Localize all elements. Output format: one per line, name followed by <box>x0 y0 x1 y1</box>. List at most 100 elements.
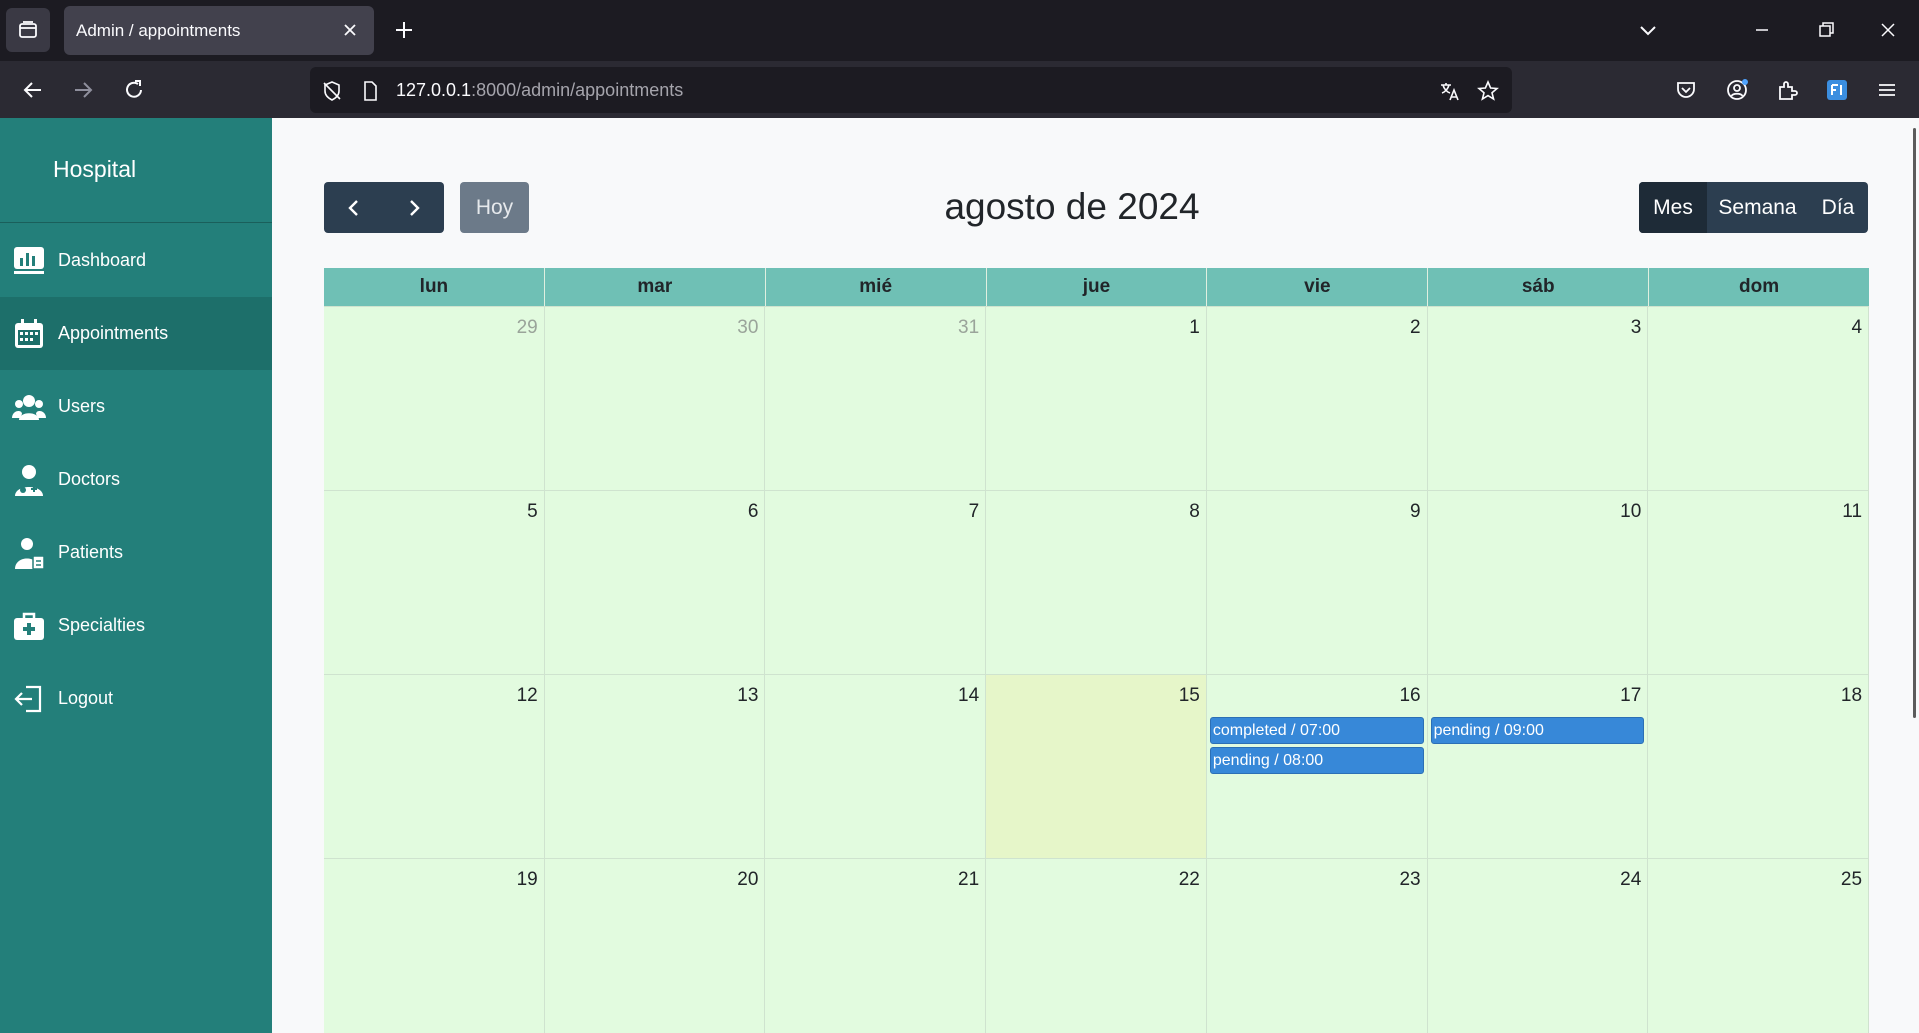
next-month-button[interactable] <box>384 182 444 233</box>
today-button[interactable]: Hoy <box>460 182 529 233</box>
day-number[interactable]: 8 <box>1189 501 1200 523</box>
sidebar-item-logout[interactable]: Logout <box>0 662 272 735</box>
day-cell[interactable]: 23 <box>1206 859 1428 1033</box>
extensions-icon[interactable] <box>1774 77 1800 103</box>
star-bookmark-icon[interactable] <box>1476 79 1500 103</box>
day-number[interactable]: 14 <box>958 685 979 707</box>
day-number[interactable]: 9 <box>1410 501 1421 523</box>
day-number[interactable]: 18 <box>1841 685 1862 707</box>
day-cell[interactable]: 7 <box>765 491 987 674</box>
sidebar-item-specialties[interactable]: Specialties <box>0 589 272 662</box>
restore-icon[interactable] <box>1814 18 1838 42</box>
account-icon[interactable] <box>1724 77 1750 103</box>
day-cell[interactable]: 30 <box>544 307 766 490</box>
day-number[interactable]: 7 <box>969 501 980 523</box>
sidebar-item-patients[interactable]: Patients <box>0 516 272 589</box>
prev-month-button[interactable] <box>324 182 384 233</box>
day-number[interactable]: 25 <box>1841 869 1862 891</box>
day-number[interactable]: 20 <box>737 869 758 891</box>
view-month-button[interactable]: Mes <box>1639 182 1707 233</box>
day-cell[interactable]: 14 <box>765 675 987 858</box>
active-tab[interactable]: Admin / appointments <box>64 6 374 55</box>
view-day-button[interactable]: Día <box>1808 182 1868 233</box>
day-cell[interactable]: 5 <box>324 491 545 674</box>
day-cell[interactable]: 22 <box>986 859 1207 1033</box>
day-number[interactable]: 16 <box>1399 685 1420 707</box>
calendar-event[interactable]: completed / 07:00 <box>1209 717 1424 744</box>
tab-list-button[interactable] <box>6 8 50 52</box>
back-arrow-icon[interactable] <box>20 77 46 103</box>
day-cell[interactable]: 4 <box>1648 307 1870 490</box>
brand-title[interactable]: Hospital <box>53 156 136 183</box>
sidebar-item-label: Users <box>58 396 106 416</box>
address-bar[interactable]: 127.0.0.1:8000/admin/appointments <box>310 67 1512 113</box>
sidebar-item-users[interactable]: Users <box>0 370 272 443</box>
day-number[interactable]: 29 <box>517 317 538 339</box>
close-window-icon[interactable] <box>1876 18 1900 42</box>
tracking-shield-icon[interactable] <box>320 79 344 103</box>
day-cell[interactable]: 8 <box>986 491 1207 674</box>
day-number[interactable]: 30 <box>737 317 758 339</box>
reload-icon[interactable] <box>121 77 147 103</box>
day-number[interactable]: 22 <box>1179 869 1200 891</box>
pocket-icon[interactable] <box>1673 77 1699 103</box>
day-cell[interactable]: 13 <box>544 675 766 858</box>
sidebar-item-label: Specialties <box>58 615 146 635</box>
day-number[interactable]: 15 <box>1179 685 1200 707</box>
day-cell[interactable]: 9 <box>1206 491 1428 674</box>
doctor-icon <box>15 465 43 496</box>
day-number[interactable]: 17 <box>1620 685 1641 707</box>
day-cell[interactable]: 29 <box>324 307 545 490</box>
day-number[interactable]: 12 <box>517 685 538 707</box>
day-number[interactable]: 11 <box>1842 501 1862 523</box>
day-cell[interactable]: 20 <box>544 859 766 1033</box>
scrollbar[interactable] <box>1907 118 1919 1033</box>
chevron-down-icon[interactable] <box>1636 18 1660 42</box>
scrollbar-thumb[interactable] <box>1913 128 1916 718</box>
hamburger-menu-icon[interactable] <box>1874 77 1900 103</box>
sidebar-item-appointments[interactable]: Appointments <box>0 297 272 370</box>
page-icon[interactable] <box>358 79 382 103</box>
day-number[interactable]: 23 <box>1399 869 1420 891</box>
forward-arrow-icon[interactable] <box>70 77 96 103</box>
view-week-button[interactable]: Semana <box>1707 182 1808 233</box>
day-number[interactable]: 21 <box>958 869 979 891</box>
day-cell[interactable]: 16 completed / 07:00 pending / 08:00 <box>1206 675 1428 858</box>
day-number[interactable]: 1 <box>1189 317 1200 339</box>
day-number[interactable]: 2 <box>1410 317 1421 339</box>
day-number[interactable]: 19 <box>517 869 538 891</box>
day-cell[interactable]: 6 <box>544 491 766 674</box>
day-cell[interactable]: 31 <box>765 307 987 490</box>
day-number[interactable]: 4 <box>1851 317 1862 339</box>
sidebar-item-doctors[interactable]: Doctors <box>0 443 272 516</box>
calendar-event[interactable]: pending / 08:00 <box>1209 747 1424 774</box>
day-cell-today[interactable]: 15 <box>986 675 1207 858</box>
day-number[interactable]: 3 <box>1631 317 1642 339</box>
day-cell[interactable]: 1 <box>986 307 1207 490</box>
day-cell[interactable]: 24 <box>1427 859 1649 1033</box>
calendar-event[interactable]: pending / 09:00 <box>1430 717 1645 744</box>
minimize-icon[interactable] <box>1750 18 1774 42</box>
day-cell[interactable]: 10 <box>1427 491 1649 674</box>
day-cell[interactable]: 2 <box>1206 307 1428 490</box>
day-cell[interactable]: 3 <box>1427 307 1649 490</box>
day-cell[interactable]: 11 <box>1648 491 1870 674</box>
close-tab-icon[interactable] <box>340 20 360 40</box>
day-number[interactable]: 10 <box>1620 501 1641 523</box>
day-number[interactable]: 13 <box>737 685 758 707</box>
day-cell[interactable]: 17 pending / 09:00 <box>1427 675 1649 858</box>
day-cell[interactable]: 21 <box>765 859 987 1033</box>
day-number[interactable]: 5 <box>527 501 538 523</box>
day-cell[interactable]: 25 <box>1648 859 1870 1033</box>
sidebar-item-label: Dashboard <box>58 250 147 270</box>
day-cell[interactable]: 19 <box>324 859 545 1033</box>
day-number[interactable]: 24 <box>1620 869 1641 891</box>
translate-icon[interactable] <box>1438 79 1462 103</box>
new-tab-icon[interactable] <box>392 18 416 42</box>
day-cell[interactable]: 12 <box>324 675 545 858</box>
extension-fi-icon[interactable] <box>1824 77 1850 103</box>
day-number[interactable]: 6 <box>748 501 759 523</box>
day-number[interactable]: 31 <box>958 317 979 339</box>
sidebar-item-dashboard[interactable]: Dashboard <box>0 224 272 297</box>
day-cell[interactable]: 18 <box>1648 675 1870 858</box>
